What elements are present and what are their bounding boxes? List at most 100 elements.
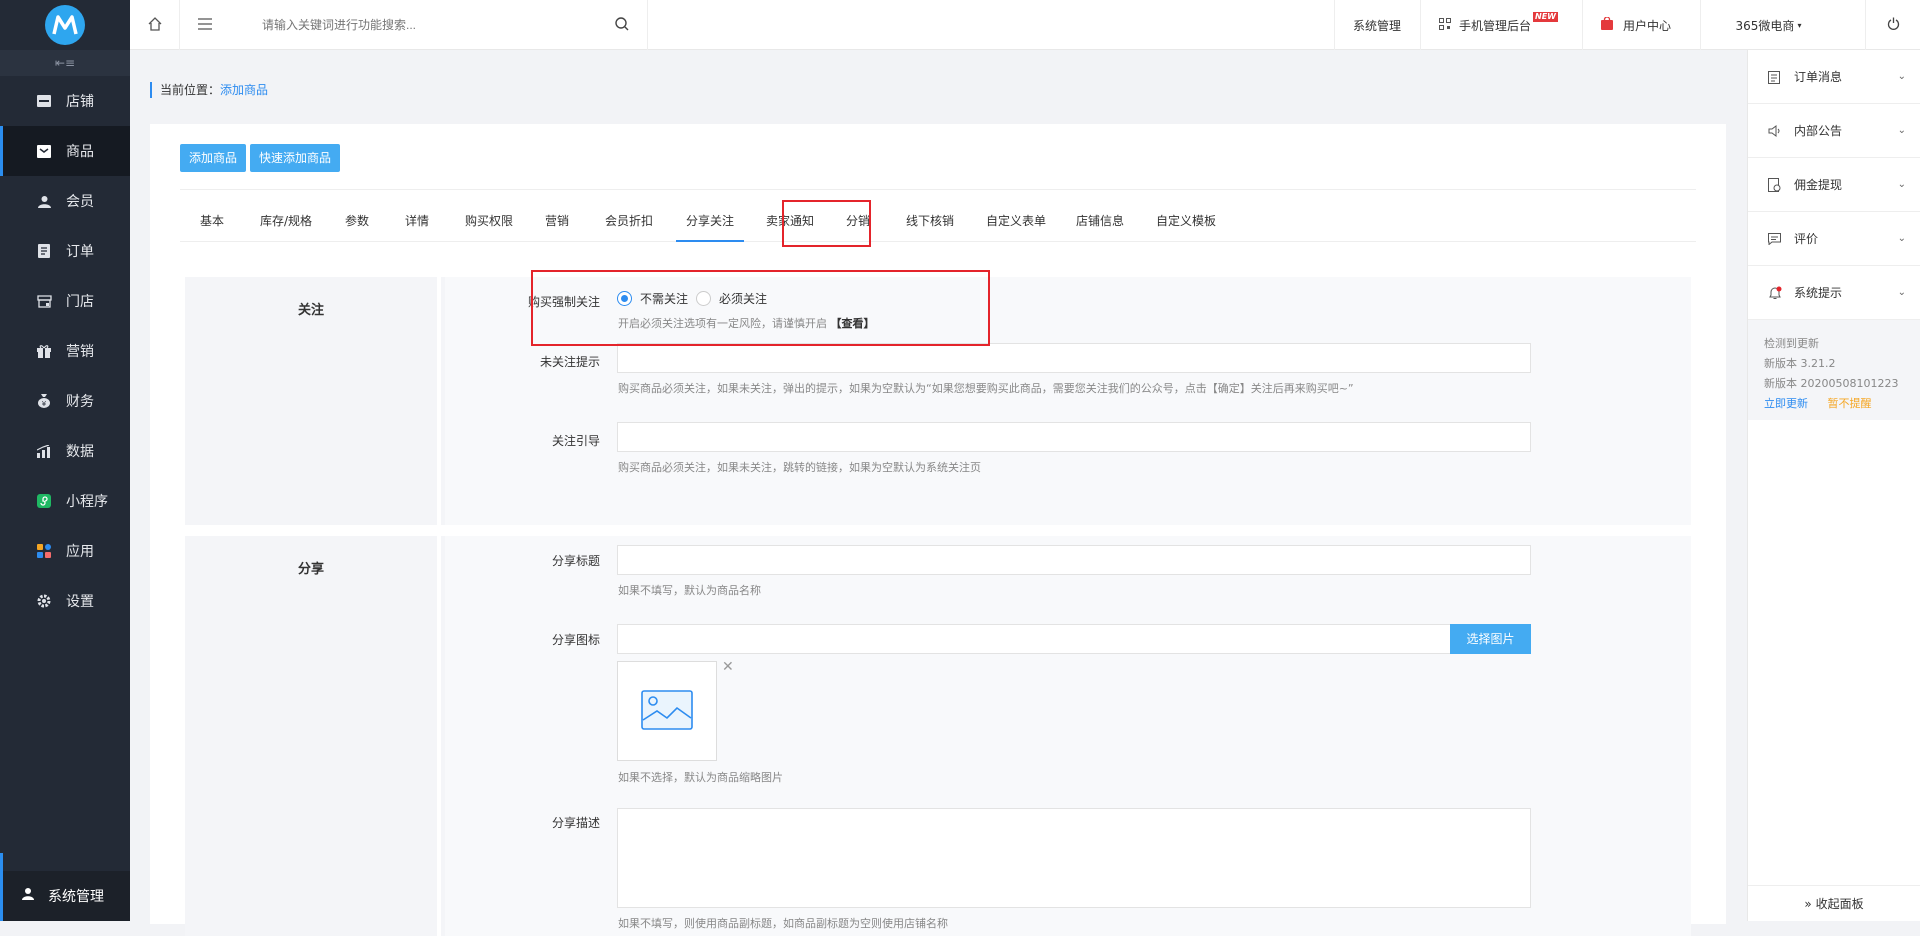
share-title-label: 分享标题 [551, 554, 600, 568]
unfollow-tip-hint: 购买商品必须关注，如果未关注，弹出的提示，如果为空默认为“如果您想要购买此商品，… [618, 382, 1354, 395]
follow-guide-label: 关注引导 [551, 434, 600, 448]
nav-item-label: 商品 [66, 144, 94, 160]
share-desc-textarea[interactable] [617, 808, 1531, 908]
nav-item-8[interactable]: 小程序 [0, 476, 130, 526]
home-icon [148, 16, 162, 34]
power-icon [1887, 17, 1900, 33]
update-now-link[interactable]: 立即更新 [1764, 397, 1808, 410]
nav-item-label: 门店 [66, 294, 94, 310]
tab-13[interactable]: 自定义模板 [1156, 200, 1216, 242]
tab-3[interactable]: 详情 [405, 200, 429, 242]
search-input[interactable] [262, 0, 644, 50]
nav-item-0[interactable]: 店铺 [0, 76, 130, 126]
system-management-link[interactable]: 系统管理 [1334, 0, 1419, 50]
nav-item-5[interactable]: 营销 [0, 326, 130, 376]
nav-item-7[interactable]: 数据 [0, 426, 130, 476]
collapse-panel-button[interactable]: » 收起面板 [1748, 885, 1920, 921]
system-label: 系统管理 [1353, 18, 1402, 33]
right-panel-item-label: 内部公告 [1794, 124, 1843, 138]
update-title: 检测到更新 [1764, 337, 1819, 350]
nav-item-label: 应用 [66, 544, 94, 560]
settings-icon [36, 593, 52, 609]
right-panel-item-1[interactable]: 内部公告 ⌄ [1748, 104, 1920, 158]
nav-item-10[interactable]: 设置 [0, 576, 130, 626]
mobile-label: 手机管理后台 [1459, 18, 1532, 33]
right-panel-item-2[interactable]: 佣金提现 ⌄ [1748, 158, 1920, 212]
nav-item-label: 营销 [66, 344, 94, 360]
nav-item-4[interactable]: 门店 [0, 276, 130, 326]
nav-item-label: 数据 [66, 444, 94, 460]
user-center-link[interactable]: 用户中心 [1582, 0, 1689, 50]
image-placeholder[interactable] [617, 661, 717, 761]
bell-icon [1768, 286, 1784, 300]
follow-guide-input[interactable] [617, 422, 1531, 452]
search-icon [614, 16, 629, 34]
new-badge: NEW [1533, 12, 1558, 22]
tab-5[interactable]: 营销 [545, 200, 569, 242]
nav-system-management[interactable]: 系统管理 [0, 853, 130, 921]
highlight-box-force-follow [531, 270, 990, 346]
tab-6[interactable]: 会员折扣 [605, 200, 653, 242]
breadcrumb-current[interactable]: 添加商品 [220, 83, 268, 97]
tab-1[interactable]: 库存/规格 [260, 200, 312, 242]
tab-11[interactable]: 自定义表单 [986, 200, 1046, 242]
home-button[interactable] [130, 0, 180, 50]
right-panel-item-3[interactable]: 评价 ⌄ [1748, 212, 1920, 266]
tab-0[interactable]: 基本 [200, 200, 224, 242]
main-panel: 添加商品 快速添加商品 基本 库存/规格 参数 详情 购买权限 营销 会员折扣 分享关注 卖家通… [150, 124, 1726, 936]
admin-user-icon [22, 887, 36, 905]
apps-icon [36, 543, 52, 559]
member-icon [36, 193, 52, 209]
right-panel-item-0[interactable]: 订单消息 ⌄ [1748, 50, 1920, 104]
right-panel-item-label: 订单消息 [1794, 70, 1843, 84]
collapse-icon[interactable]: ⇤≡ [0, 50, 130, 76]
nav-item-6[interactable]: ¥ 财务 [0, 376, 130, 426]
nav-item-1[interactable]: 商品 [0, 126, 130, 176]
goods-icon [36, 143, 52, 159]
tab-2[interactable]: 参数 [345, 200, 369, 242]
search-button[interactable] [596, 0, 648, 50]
breadcrumb: 当前位置：添加商品 [150, 82, 268, 98]
nav-bottom-label: 系统管理 [48, 889, 104, 905]
tab-7[interactable]: 分享关注 [675, 200, 745, 242]
order-icon [36, 243, 52, 259]
unfollow-tip-input[interactable] [617, 343, 1531, 373]
order-msg-icon [1768, 70, 1784, 84]
share-section-body: 分享标题 如果不填写，默认为商品名称 分享图标 选择图片 ✕ 如果不选择，默认为… [445, 536, 1691, 936]
nav-item-label: 店铺 [66, 94, 94, 110]
chevron-down-icon: ⌄ [1897, 233, 1906, 244]
mobile-admin-link[interactable]: 手机管理后台 NEW [1420, 0, 1574, 50]
commission-icon [1768, 177, 1784, 192]
finance-icon: ¥ [36, 393, 52, 409]
right-panel-item-label: 佣金提现 [1794, 178, 1843, 192]
divider [180, 189, 1696, 190]
data-icon [36, 443, 52, 459]
quick-add-goods-button[interactable]: 快速添加商品 [250, 144, 341, 172]
nav-item-9[interactable]: 应用 [0, 526, 130, 576]
logout-button[interactable] [1865, 0, 1920, 50]
chevron-down-icon: ⌄ [1897, 287, 1906, 298]
tab-12[interactable]: 店铺信息 [1076, 200, 1124, 242]
update-version: 新版本 3.21.2 [1764, 357, 1836, 370]
nav-item-3[interactable]: 订单 [0, 226, 130, 276]
tab-10[interactable]: 线下核销 [906, 200, 954, 242]
bag-icon [1601, 16, 1613, 33]
nav-item-2[interactable]: 会员 [0, 176, 130, 226]
menu-button[interactable] [180, 0, 230, 50]
remove-image-icon[interactable]: ✕ [722, 659, 734, 675]
right-panel-item-4[interactable]: 系统提示 ⌄ [1748, 266, 1920, 320]
add-goods-button[interactable]: 添加商品 [180, 144, 247, 172]
share-icon-input[interactable] [617, 624, 1451, 654]
account-dropdown[interactable]: 365微电商 ▾ [1700, 0, 1836, 50]
review-icon [1768, 232, 1784, 245]
logo[interactable] [0, 0, 130, 50]
announcement-icon [1768, 124, 1784, 137]
account-label: 365微电商 [1735, 18, 1795, 33]
image-icon [641, 689, 693, 733]
remind-later-link[interactable]: 暂不提醒 [1828, 397, 1872, 410]
share-desc-hint: 如果不填写，则使用商品副标题，如商品副标题为空则使用店铺名称 [618, 917, 948, 930]
tab-4[interactable]: 购买权限 [465, 200, 513, 242]
select-image-button[interactable]: 选择图片 [1450, 624, 1531, 654]
share-title-input[interactable] [617, 545, 1531, 575]
share-desc-label: 分享描述 [551, 816, 600, 830]
